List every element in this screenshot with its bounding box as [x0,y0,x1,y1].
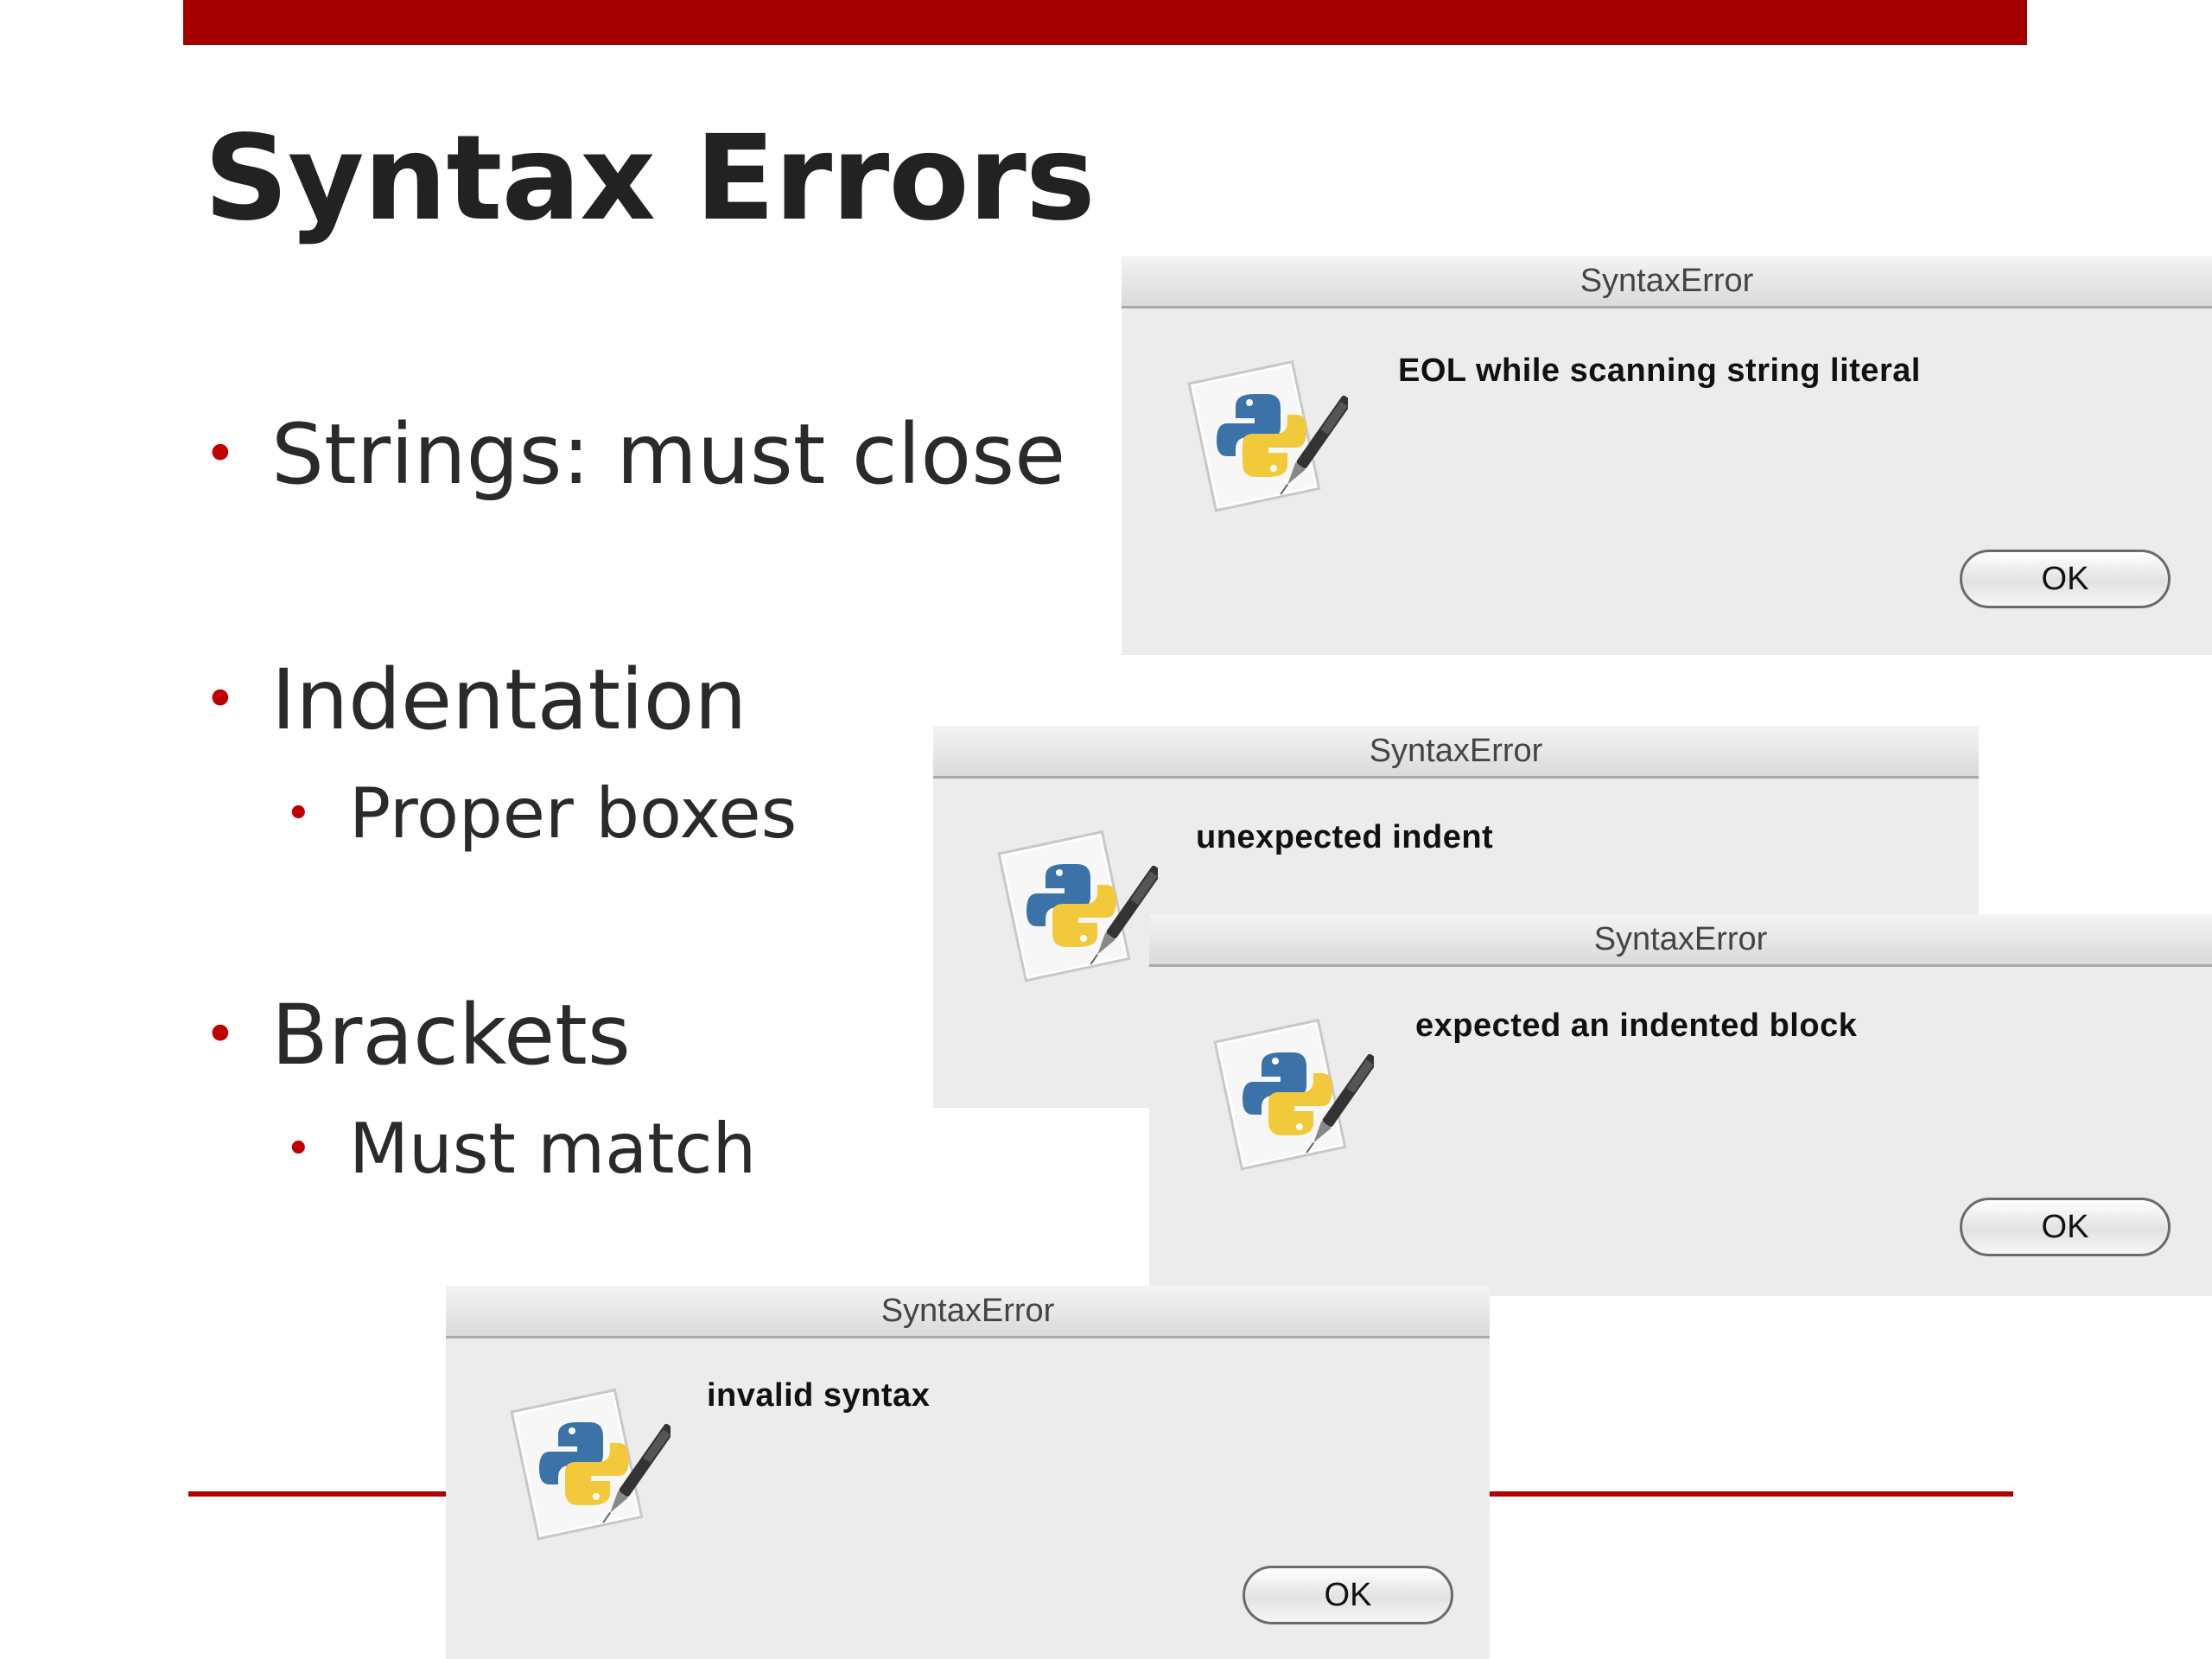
ok-button[interactable]: OK [1960,550,2171,608]
dialog-title: SyntaxError [1122,256,2212,308]
bullet-marker: • [204,423,237,486]
slide: Syntax Errors • Strings: must close • In… [0,0,2212,1659]
bullet-text: Must match [349,1109,757,1189]
python-script-icon [1184,353,1348,517]
python-script-icon [506,1381,671,1545]
dialog-title: SyntaxError [446,1286,1490,1338]
python-script-icon [994,823,1158,987]
bullet-strings: • Strings: must close [204,406,1065,503]
bullet-marker: • [285,1122,312,1175]
top-accent-bar [183,0,2027,45]
bullet-text: Strings: must close [271,406,1066,503]
slide-title: Syntax Errors [204,111,1096,247]
subbullet-proper-boxes: • Proper boxes [285,773,797,854]
bullet-text: Brackets [271,987,631,1084]
bullet-brackets: • Brackets [204,987,631,1084]
subbullet-must-match: • Must match [285,1109,756,1189]
syntax-error-dialog-eol: SyntaxError EOL while scanning string li… [1122,256,2212,655]
ok-button[interactable]: OK [1960,1198,2171,1256]
bullet-text: Indentation [271,652,747,748]
dialog-title: SyntaxError [1149,914,2212,967]
python-script-icon [1210,1011,1374,1175]
syntax-error-dialog-invalid-syntax: SyntaxError invalid syntax OK [446,1286,1490,1659]
dialog-message: EOL while scanning string literal [1398,353,1921,389]
bullet-marker: • [204,668,237,732]
bullet-text: Proper boxes [349,773,798,854]
bullet-indentation: • Indentation [204,652,747,748]
dialog-message: expected an indented block [1415,1007,1858,1044]
dialog-title: SyntaxError [933,726,1979,779]
syntax-error-dialog-indented-block: SyntaxError expected an indented block O… [1149,914,2212,1296]
ok-button[interactable]: OK [1243,1566,1453,1624]
bullet-marker: • [204,1003,237,1067]
dialog-message: unexpected indent [1196,819,1494,855]
dialog-message: invalid syntax [707,1377,931,1414]
bullet-marker: • [285,787,312,840]
